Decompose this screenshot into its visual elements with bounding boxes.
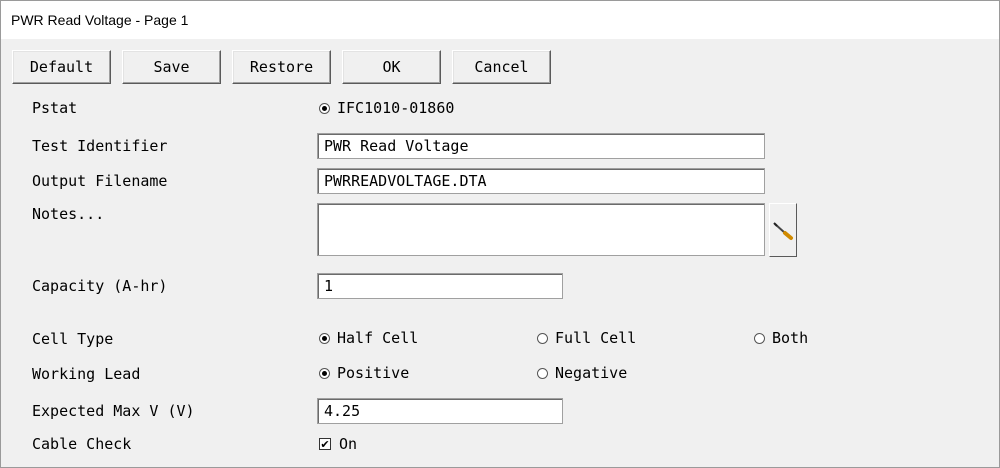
cable-check-label: Cable Check bbox=[32, 435, 132, 453]
title-bar: PWR Read Voltage - Page 1 bbox=[1, 1, 999, 39]
test-identifier-label: Test Identifier bbox=[32, 137, 168, 155]
radio-unselected-icon bbox=[754, 332, 765, 344]
default-button[interactable]: Default bbox=[12, 50, 111, 84]
checkmark-icon: ✔ bbox=[319, 437, 331, 451]
ok-button[interactable]: OK bbox=[342, 50, 441, 84]
cell-type-option-label: Half Cell bbox=[337, 329, 419, 347]
cell-type-full-cell-radio[interactable]: Full Cell bbox=[537, 329, 636, 347]
radio-unselected-icon bbox=[537, 332, 548, 344]
notes-label: Notes... bbox=[32, 205, 105, 223]
cable-check-checkbox[interactable]: ✔ On bbox=[319, 435, 357, 453]
radio-unselected-icon bbox=[537, 367, 548, 379]
expected-max-v-input[interactable] bbox=[317, 398, 563, 424]
radio-selected-icon bbox=[319, 102, 330, 114]
capacity-input[interactable] bbox=[317, 273, 563, 299]
output-filename-input[interactable] bbox=[317, 168, 765, 194]
notes-editor-button[interactable] bbox=[769, 203, 797, 257]
working-lead-positive-radio[interactable]: Positive bbox=[319, 364, 409, 382]
dialog-window: PWR Read Voltage - Page 1 Default Save R… bbox=[0, 0, 1000, 468]
cell-type-half-cell-radio[interactable]: Half Cell bbox=[319, 329, 418, 347]
working-lead-option-label: Positive bbox=[337, 364, 410, 382]
expected-max-v-label: Expected Max V (V) bbox=[32, 402, 195, 420]
working-lead-option-label: Negative bbox=[555, 364, 628, 382]
window-title: PWR Read Voltage - Page 1 bbox=[11, 12, 189, 28]
pstat-option-label: IFC1010-01860 bbox=[337, 99, 455, 117]
save-button[interactable]: Save bbox=[122, 50, 221, 84]
pstat-label: Pstat bbox=[32, 99, 78, 117]
capacity-label: Capacity (A-hr) bbox=[32, 277, 168, 295]
notes-textarea[interactable] bbox=[317, 203, 765, 256]
test-identifier-input[interactable] bbox=[317, 133, 765, 159]
restore-button[interactable]: Restore bbox=[232, 50, 331, 84]
working-lead-negative-radio[interactable]: Negative bbox=[537, 364, 627, 382]
working-lead-label: Working Lead bbox=[32, 365, 141, 383]
radio-selected-icon bbox=[319, 367, 330, 379]
radio-selected-icon bbox=[319, 332, 330, 344]
output-filename-label: Output Filename bbox=[32, 172, 168, 190]
cancel-button[interactable]: Cancel bbox=[452, 50, 551, 84]
cell-type-both-radio[interactable]: Both bbox=[754, 329, 808, 347]
screwdriver-icon bbox=[773, 222, 793, 240]
cable-check-option-label: On bbox=[339, 435, 358, 453]
cell-type-label: Cell Type bbox=[32, 330, 114, 348]
cell-type-option-label: Both bbox=[772, 329, 809, 347]
cell-type-option-label: Full Cell bbox=[555, 329, 637, 347]
pstat-radio[interactable]: IFC1010-01860 bbox=[319, 99, 454, 117]
